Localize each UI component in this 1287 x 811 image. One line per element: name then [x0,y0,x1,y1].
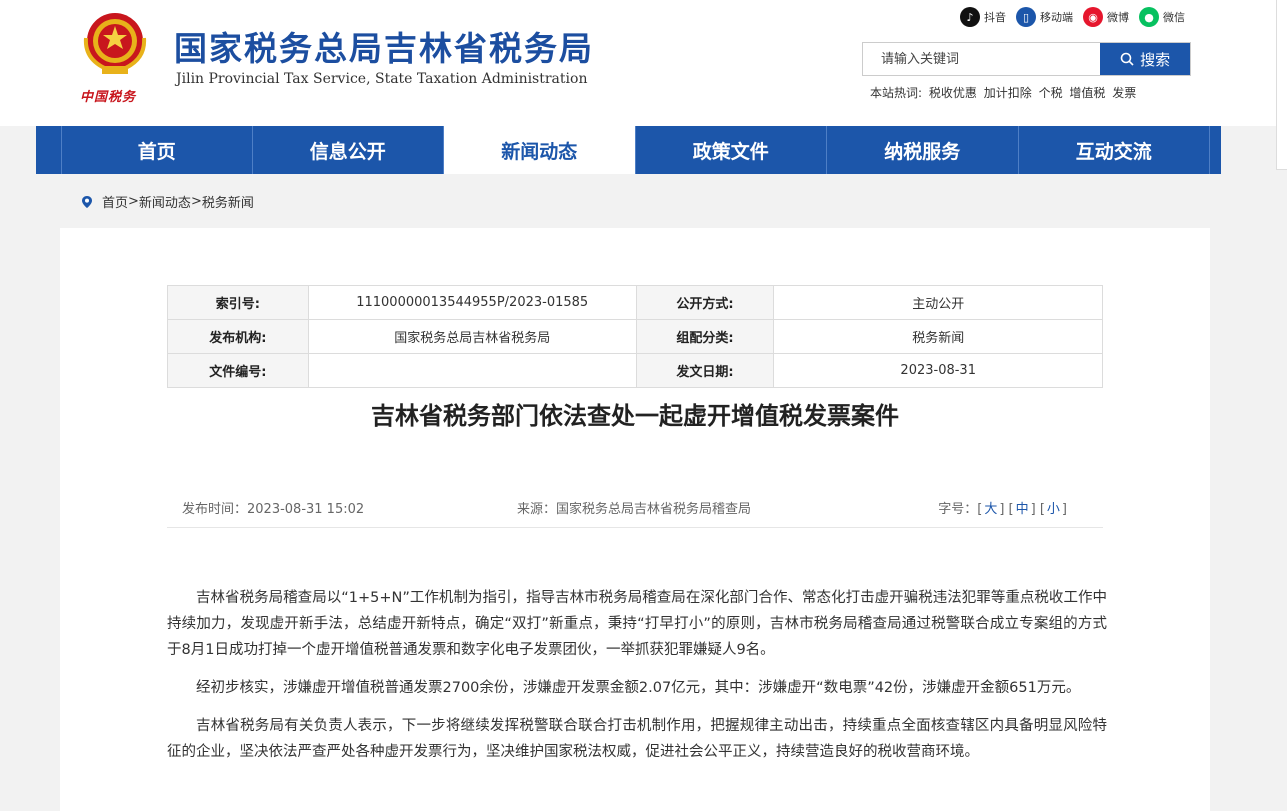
social-weibo-label: 微博 [1107,11,1129,24]
site-subtitle: Jilin Provincial Tax Service, State Taxa… [176,71,588,87]
breadcrumb-home[interactable]: 首页 [102,192,128,211]
article-body: 吉林省税务局稽查局以“1+5+N”工作机制为指引，指导吉林市税务局稽查局在深化部… [167,585,1107,777]
location-pin-icon [82,195,92,208]
social-mobile-label: 移动端 [1040,11,1073,24]
article-content: 索引号: 11100000013544955P/2023-01585 公开方式:… [60,228,1210,811]
social-links: ♪ 抖音 ▯ 移动端 ◉ 微博 ● 微信 [960,7,1185,27]
main-nav: 首页 信息公开 新闻动态 政策文件 纳税服务 互动交流 [36,126,1221,174]
meta-value-doc [307,353,637,388]
font-size-small-button[interactable]: 小 [1045,502,1062,517]
meta-label: 发文日期: [635,353,775,388]
wechat-icon: ● [1139,7,1159,27]
hot-word-link[interactable]: 个税 [1039,86,1063,100]
breadcrumb-news[interactable]: 新闻动态 [139,192,191,211]
nav-item-interaction[interactable]: 互动交流 [1019,126,1210,174]
table-row: 发布机构: 国家税务总局吉林省税务局 组配分类: 税务新闻 [167,319,1103,354]
article-paragraph: 吉林省税务局有关负责人表示，下一步将继续发挥税警联合联合打击机制作用，把握规律主… [167,718,1107,760]
china-tax-slogan: 中国税务 [80,90,137,105]
social-wechat-label: 微信 [1163,11,1185,24]
font-size-label: 字号： [938,502,978,517]
search-button-label: 搜索 [1140,50,1171,69]
hot-word-link[interactable]: 加计扣除 [984,86,1032,100]
meta-label: 公开方式: [635,285,775,320]
breadcrumb-separator: > [128,194,139,209]
hot-words: 本站热词: 税收优惠 加计扣除 个税 增值税 发票 [870,84,1136,101]
social-weibo[interactable]: ◉ 微博 [1083,7,1129,27]
meta-value-org: 国家税务总局吉林省税务局 [307,319,637,354]
nav-item-home[interactable]: 首页 [61,126,253,174]
meta-value-date: 2023-08-31 [773,353,1103,388]
meta-label: 索引号: [167,285,309,320]
document-meta-table: 索引号: 11100000013544955P/2023-01585 公开方式:… [167,285,1103,388]
side-panel-edge [1276,0,1287,170]
search-input[interactable] [863,43,1101,75]
nav-item-policy[interactable]: 政策文件 [636,126,827,174]
nav-item-tax-service[interactable]: 纳税服务 [827,126,1019,174]
site-header: 中国税务 国家税务总局吉林省税务局 Jilin Provincial Tax S… [0,0,1287,126]
article-source: 来源：国家税务总局吉林省税务局稽查局 [517,502,752,517]
nav-item-news[interactable]: 新闻动态 [444,126,636,174]
search-box: 搜索 [862,42,1191,76]
font-size-large-button[interactable]: 大 [982,502,999,517]
font-size-medium-button[interactable]: 中 [1014,502,1031,517]
mobile-icon: ▯ [1016,7,1036,27]
tiktok-icon: ♪ [960,7,980,27]
meta-label: 组配分类: [635,319,775,354]
hot-word-link[interactable]: 发票 [1112,86,1136,100]
social-wechat[interactable]: ● 微信 [1139,7,1185,27]
nav-item-info-disclosure[interactable]: 信息公开 [253,126,444,174]
site-title: 国家税务总局吉林省税务局 [174,29,594,68]
search-button[interactable]: 搜索 [1100,43,1190,75]
article-paragraph: 经初步核实，涉嫌虚开增值税普通发票2700余份，涉嫌虚开发票金额2.07亿元，其… [196,680,1081,696]
hot-word-link[interactable]: 税收优惠 [929,86,977,100]
publish-time: 发布时间：2023-08-31 15:02 [182,502,365,517]
search-icon [1120,52,1134,66]
breadcrumb-separator: > [190,194,202,209]
meta-value-index: 11100000013544955P/2023-01585 [307,285,637,320]
breadcrumb-tax-news[interactable]: 税务新闻 [202,192,254,211]
social-tiktok-label: 抖音 [984,11,1006,24]
meta-value-category: 税务新闻 [773,319,1103,354]
table-row: 文件编号: 发文日期: 2023-08-31 [167,353,1103,388]
font-size-switcher: 字号：[大] [中] [小] [938,502,1067,517]
article-title: 吉林省税务部门依法查处一起虚开增值税发票案件 [371,402,899,430]
table-row: 索引号: 11100000013544955P/2023-01585 公开方式:… [167,285,1103,320]
article-paragraph: 吉林省税务局稽查局以“1+5+N”工作机制为指引，指导吉林市税务局稽查局在深化部… [167,590,1107,658]
meta-value-open: 主动公开 [773,285,1103,320]
hot-word-link[interactable]: 增值税 [1069,86,1105,100]
article-info-bar: 发布时间：2023-08-31 15:02 来源：国家税务总局吉林省税务局稽查局… [167,490,1103,528]
meta-label: 发布机构: [167,319,309,354]
meta-label: 文件编号: [167,353,309,388]
hot-words-label: 本站热词: [870,86,923,100]
breadcrumb: 首页 > 新闻动态 > 税务新闻 [80,192,254,211]
weibo-icon: ◉ [1083,7,1103,27]
social-mobile[interactable]: ▯ 移动端 [1016,7,1073,27]
social-tiktok[interactable]: ♪ 抖音 [960,7,1006,27]
